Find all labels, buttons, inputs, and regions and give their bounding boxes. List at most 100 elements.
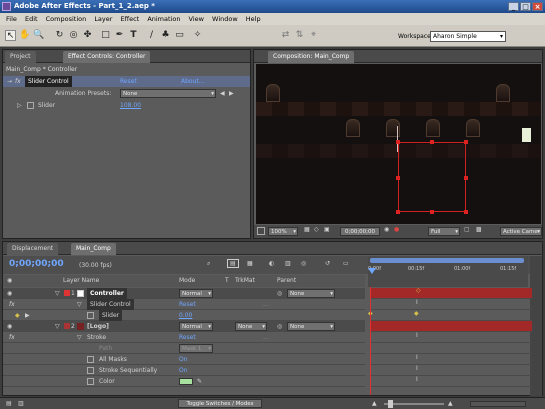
zoom-select[interactable]: 100% [268, 227, 298, 236]
workspace-select[interactable]: Aharon Simple [430, 31, 506, 42]
stopwatch-icon[interactable] [87, 378, 94, 385]
axis-mode-icon[interactable]: ⇄ [280, 30, 291, 41]
col-trkmat[interactable]: TrkMat [235, 275, 255, 287]
twirl-icon[interactable]: ▽ [77, 332, 82, 343]
menu-composition[interactable]: Composition [46, 15, 87, 23]
stopwatch-icon[interactable] [87, 356, 94, 363]
eraser-tool-icon[interactable]: ▭ [174, 30, 185, 41]
current-time-indicator[interactable] [368, 268, 376, 274]
effect-row[interactable]: → fx Slider Control Reset About... [3, 76, 250, 87]
menu-view[interactable]: View [189, 15, 204, 23]
mode-select[interactable]: Normal [179, 322, 213, 331]
mask-vertex[interactable] [430, 140, 434, 144]
mask-path[interactable] [398, 142, 466, 212]
transparency-grid-icon[interactable]: ▩ [476, 226, 482, 233]
twirl-icon[interactable]: ▽ [55, 321, 60, 332]
menu-window[interactable]: Window [212, 15, 238, 23]
stopwatch-icon[interactable] [87, 312, 94, 319]
menu-effect[interactable]: Effect [121, 15, 140, 23]
path-select[interactable]: Mask 1 [179, 344, 213, 353]
toggle-switches-modes-button[interactable]: Toggle Switches / Modes [178, 399, 262, 408]
mask-vertex[interactable] [464, 210, 468, 214]
view-axis-icon[interactable]: ⌖ [308, 30, 319, 41]
maximize-button[interactable]: □ [520, 2, 531, 11]
layer-name[interactable]: Controller [87, 288, 127, 299]
mask-vertex[interactable] [396, 140, 400, 144]
menu-layer[interactable]: Layer [94, 15, 112, 23]
reset-link[interactable]: Reset [179, 299, 196, 310]
col-layer-name[interactable]: Layer Name [63, 275, 99, 287]
timeline-zoom-slider[interactable] [384, 403, 444, 405]
mode-select[interactable]: Normal [179, 289, 213, 298]
stopwatch-icon[interactable] [87, 367, 94, 374]
tab-project[interactable]: Project [5, 51, 36, 63]
zoom-out-icon[interactable]: ▲ [372, 400, 377, 407]
mask-vertex[interactable] [464, 140, 468, 144]
menu-animation[interactable]: Animation [147, 15, 180, 23]
property-row[interactable]: Path Mask 1 [3, 343, 365, 354]
mask-vertex[interactable] [464, 176, 468, 180]
property-value[interactable]: On [179, 354, 188, 365]
active-camera-select[interactable]: Active Came [500, 227, 542, 236]
composition-viewer[interactable] [256, 64, 541, 224]
menu-help[interactable]: Help [246, 15, 261, 23]
pan-behind-icon[interactable]: ✤ [82, 30, 93, 41]
twirl-icon[interactable]: ▽ [55, 288, 60, 299]
property-row[interactable]: fx ▽ Slider Control Reset ... [3, 299, 365, 310]
safe-zones-icon[interactable] [257, 227, 265, 235]
toggle-panes-icon[interactable]: ▤ [6, 400, 12, 407]
eye-icon[interactable]: ◉ [7, 288, 12, 299]
orbit-camera-icon[interactable]: ◎ [68, 30, 79, 41]
rectangle-mask-icon[interactable]: □ [100, 30, 111, 41]
zoom-tool-icon[interactable]: 🔍 [33, 30, 44, 41]
reset-link[interactable]: Reset [120, 76, 137, 87]
tab-effect-controls[interactable]: Effect Controls: Controller [63, 51, 151, 63]
label-color-swatch[interactable] [64, 290, 70, 296]
layer-row-logo[interactable]: ◉ ▽ 2 [Logo] Normal None ◎ None [3, 321, 365, 332]
col-parent[interactable]: Parent [277, 275, 296, 287]
search-icon[interactable]: ⌕ [207, 260, 210, 268]
parent-select[interactable]: None [287, 289, 335, 298]
eyedropper-icon[interactable]: ✎ [197, 376, 202, 387]
stopwatch-icon[interactable] [27, 102, 34, 109]
parent-pickwhip-icon[interactable]: ◎ [277, 321, 282, 332]
show-channel-icon[interactable]: ● [394, 226, 399, 233]
fx-icon[interactable]: fx [9, 332, 15, 343]
next-preset-icon[interactable]: ▶ [229, 88, 234, 99]
tab-displacement[interactable]: Displacement [7, 243, 59, 255]
layer-bar-controller[interactable]: ◇ [370, 287, 532, 299]
mask-visibility-icon[interactable]: ◇ [314, 226, 319, 233]
keyframe-nav-icon[interactable]: ◆ [15, 310, 20, 321]
hand-tool-icon[interactable]: ✋ [19, 30, 30, 41]
fx-icon[interactable]: fx [9, 299, 15, 310]
timeline-timecode[interactable]: 0;00;00;00 [9, 259, 64, 269]
horizontal-scrollbar[interactable] [470, 401, 526, 407]
mask-vertex[interactable] [430, 210, 434, 214]
prev-preset-icon[interactable]: ◀ [220, 88, 225, 99]
puppet-pin-icon[interactable]: ✧ [192, 30, 203, 41]
time-ruler[interactable]: 0:00f 00:15f 01:00f 01:15f [368, 256, 528, 287]
tab-main-comp[interactable]: Main_Comp [71, 243, 116, 255]
zoom-in-icon[interactable]: ▲ [448, 400, 453, 407]
rotate-tool-icon[interactable]: ↻ [54, 30, 65, 41]
close-button[interactable]: × [532, 2, 543, 11]
grid-icon[interactable]: ▦ [304, 226, 310, 233]
layer-name[interactable]: [Logo] [87, 321, 109, 332]
draft-3d-icon[interactable]: ▦ [247, 260, 253, 267]
parent-select[interactable]: None [287, 322, 335, 331]
resolution-select[interactable]: Full [428, 227, 460, 236]
col-mode[interactable]: Mode [179, 275, 195, 287]
property-row[interactable]: All Masks On [3, 354, 365, 365]
property-value[interactable]: 0.00 [179, 310, 192, 321]
slider-value[interactable]: 108.00 [120, 100, 141, 111]
layer-row-controller[interactable]: ◉ ▽ 1 Controller Normal ◎ None [3, 288, 365, 299]
reset-link[interactable]: Reset [179, 332, 196, 343]
eye-icon[interactable]: ◉ [7, 321, 12, 332]
brush-tool-icon[interactable]: ∕ [146, 30, 157, 41]
twirl-icon[interactable]: ▽ [77, 299, 82, 310]
snapshot-icon[interactable]: ▣ [324, 226, 330, 233]
zoom-slider-thumb[interactable] [388, 400, 393, 408]
motion-blur-icon[interactable]: ◎ [301, 260, 306, 267]
property-row[interactable]: ◆ ▶ Slider 0.00 [3, 310, 365, 321]
fx-icon[interactable]: → [7, 76, 12, 87]
